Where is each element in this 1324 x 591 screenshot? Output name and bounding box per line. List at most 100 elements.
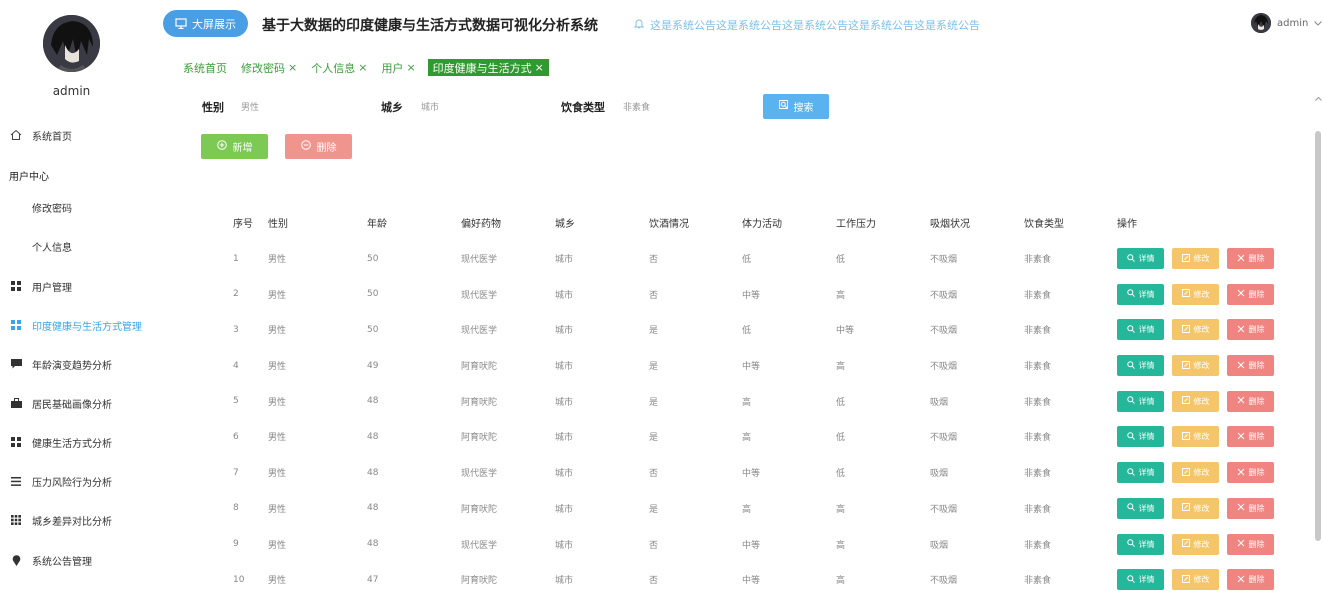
delete-label: 删除 — [316, 143, 337, 154]
close-icon[interactable]: × — [288, 61, 297, 74]
row-delete-button[interactable]: 删除 — [1227, 426, 1274, 448]
sidebar-item-change-password[interactable]: 修改密码 — [32, 200, 72, 215]
sidebar-item-healthy-lifestyle[interactable]: 健康生活方式分析 — [0, 431, 112, 453]
detail-button[interactable]: 详情 — [1117, 248, 1164, 270]
row-actions: 详情 修改 删除 — [1117, 455, 1274, 491]
table-row: 4 男性 49 阿育吠陀 城市 是 中等 高 不吸烟 非素食 详情 修改 删除 — [222, 348, 1292, 384]
cell-index: 1 — [233, 253, 239, 264]
cell-stress: 中等 — [836, 326, 855, 337]
table-row: 3 男性 50 现代医学 城市 是 低 中等 不吸烟 非素食 详情 修改 删除 — [222, 312, 1292, 348]
edit-button[interactable]: 修改 — [1172, 569, 1219, 591]
close-icon[interactable]: × — [406, 61, 415, 74]
detail-button[interactable]: 详情 — [1117, 355, 1164, 377]
cell-diet: 非素食 — [1024, 362, 1052, 373]
detail-label: 详情 — [1138, 325, 1155, 335]
row-delete-button[interactable]: 删除 — [1227, 283, 1274, 305]
edit-button[interactable]: 修改 — [1172, 462, 1219, 484]
detail-label: 详情 — [1138, 575, 1155, 585]
edit-button[interactable]: 修改 — [1172, 390, 1219, 412]
sidebar-item-announcements[interactable]: 系统公告管理 — [0, 549, 92, 571]
sidebar-item-home[interactable]: 系统首页 — [0, 124, 72, 146]
detail-label: 详情 — [1138, 289, 1155, 299]
tab-users[interactable]: 用户 × — [379, 59, 417, 76]
cell-age: 48 — [367, 431, 379, 442]
edit-icon — [1181, 396, 1190, 406]
edit-button[interactable]: 修改 — [1172, 248, 1219, 270]
cell-diet: 非素食 — [1024, 540, 1052, 551]
edit-button[interactable]: 修改 — [1172, 533, 1219, 555]
detail-button[interactable]: 详情 — [1117, 533, 1164, 555]
detail-button[interactable]: 详情 — [1117, 426, 1164, 448]
detail-label: 详情 — [1138, 396, 1155, 406]
row-delete-button[interactable]: 删除 — [1227, 569, 1274, 591]
region-field[interactable]: 城市 — [421, 100, 439, 113]
edit-icon — [1181, 360, 1190, 371]
edit-button[interactable]: 修改 — [1172, 497, 1219, 519]
cell-stress: 高 — [836, 504, 846, 515]
edit-button[interactable]: 修改 — [1172, 426, 1219, 448]
sidebar-item-profile[interactable]: 个人信息 — [32, 239, 72, 254]
big-screen-button[interactable]: 大屏展示 — [163, 10, 248, 37]
detail-button[interactable]: 详情 — [1117, 569, 1164, 591]
scroll-up-icon[interactable] — [1314, 95, 1322, 103]
grid-icon — [10, 436, 22, 448]
edit-label: 修改 — [1193, 396, 1210, 406]
edit-label: 修改 — [1193, 289, 1210, 299]
sidebar-group-user-center[interactable]: 用户中心 — [9, 168, 49, 183]
cell-region: 城市 — [555, 326, 574, 337]
avatar[interactable] — [43, 15, 100, 72]
sidebar-item-label: 系统公告管理 — [32, 556, 92, 568]
cell-smoking: 不吸烟 — [930, 326, 958, 337]
close-icon — [1237, 539, 1245, 549]
sidebar-item-users[interactable]: 用户管理 — [0, 275, 72, 297]
close-icon[interactable]: × — [358, 61, 367, 74]
edit-button[interactable]: 修改 — [1172, 283, 1219, 305]
table-header: 序号 性别 年龄 偏好药物 城乡 饮酒情况 体力活动 工作压力 吸烟状况 饮食类… — [222, 205, 1292, 241]
scrollbar-thumb[interactable] — [1315, 131, 1321, 541]
detail-button[interactable]: 详情 — [1117, 319, 1164, 341]
detail-button[interactable]: 详情 — [1117, 283, 1164, 305]
tab-health-lifestyle[interactable]: 印度健康与生活方式 × — [427, 59, 549, 76]
cell-region: 城市 — [555, 504, 574, 515]
tab-change-password[interactable]: 修改密码 × — [239, 59, 299, 76]
diet-field[interactable]: 非素食 — [623, 100, 650, 113]
close-icon — [1237, 396, 1245, 406]
chat-icon — [10, 358, 22, 370]
row-delete-button[interactable]: 删除 — [1227, 497, 1274, 519]
tab-home[interactable]: 系统首页 — [181, 59, 229, 76]
delete-label: 删除 — [1248, 289, 1265, 299]
gender-field[interactable]: 男性 — [241, 100, 259, 113]
briefcase-icon — [10, 397, 22, 409]
cell-activity: 中等 — [742, 362, 761, 373]
row-delete-button[interactable]: 删除 — [1227, 390, 1274, 412]
row-delete-button[interactable]: 删除 — [1227, 319, 1274, 341]
cell-activity: 低 — [742, 326, 752, 337]
cell-alcohol: 是 — [649, 362, 659, 373]
cell-index: 6 — [233, 431, 239, 442]
row-delete-button[interactable]: 删除 — [1227, 248, 1274, 270]
sidebar-item-resident-profile[interactable]: 居民基础画像分析 — [0, 392, 112, 414]
detail-button[interactable]: 详情 — [1117, 390, 1164, 412]
row-delete-button[interactable]: 删除 — [1227, 462, 1274, 484]
search-button[interactable]: 搜索 — [763, 94, 829, 119]
tab-profile[interactable]: 个人信息 × — [309, 59, 369, 76]
sidebar-item-health-lifestyle[interactable]: 印度健康与生活方式管理 — [0, 314, 142, 336]
delete-label: 删除 — [1248, 503, 1265, 513]
add-button[interactable]: 新增 — [201, 134, 268, 159]
cell-activity: 中等 — [742, 290, 761, 301]
sidebar-item-age-trend[interactable]: 年龄演变趋势分析 — [0, 353, 112, 375]
detail-label: 详情 — [1138, 539, 1155, 549]
row-delete-button[interactable]: 删除 — [1227, 533, 1274, 555]
table-body: 1 男性 50 现代医学 城市 否 低 低 不吸烟 非素食 详情 修改 删除 2… — [222, 241, 1292, 591]
close-icon[interactable]: × — [535, 61, 544, 74]
edit-button[interactable]: 修改 — [1172, 319, 1219, 341]
user-menu[interactable]: admin — [1251, 13, 1323, 33]
delete-label: 删除 — [1248, 432, 1265, 442]
sidebar-item-stress-risk[interactable]: 压力风险行为分析 — [0, 470, 112, 492]
row-delete-button[interactable]: 删除 — [1227, 355, 1274, 377]
edit-button[interactable]: 修改 — [1172, 355, 1219, 377]
detail-button[interactable]: 详情 — [1117, 462, 1164, 484]
sidebar-item-urban-rural[interactable]: 城乡差异对比分析 — [0, 509, 112, 531]
delete-button[interactable]: 删除 — [285, 134, 352, 159]
detail-button[interactable]: 详情 — [1117, 497, 1164, 519]
